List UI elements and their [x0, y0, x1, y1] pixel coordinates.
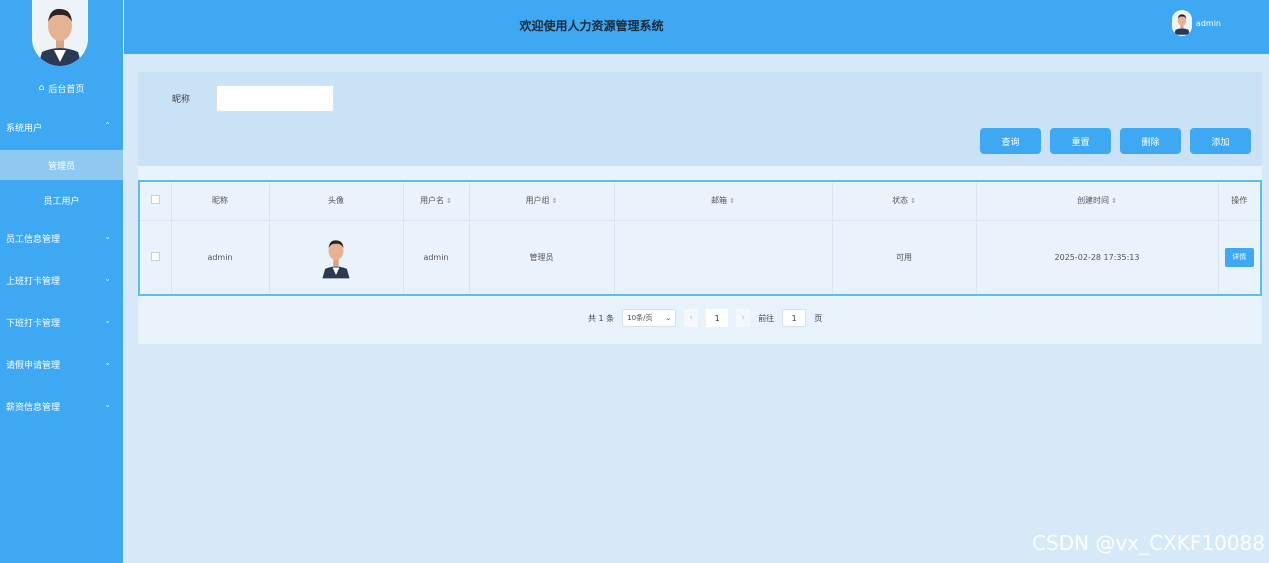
users-table: 昵称 头像 用户名 ⇕ 用户组 ⇕ 邮箱 ⇕ 状态 ⇕ 创建时间 ⇕ 操作 admin	[138, 180, 1262, 296]
sidebar-group-label: 上班打卡管理	[6, 276, 61, 287]
sort-icon: ⇕	[910, 197, 916, 206]
chevron-down-icon: ⌄	[104, 358, 111, 367]
main-content: 昵称 查询 重置 删除 添加 昵称 头像 用户名 ⇕ 用户组 ⇕ 邮箱 ⇕ 状态…	[124, 54, 1269, 563]
sidebar-avatar	[32, 0, 88, 66]
sidebar-group-label: 员工信息管理	[6, 234, 61, 245]
delete-button[interactable]: 删除	[1120, 128, 1181, 154]
sidebar-item-label: 员工用户	[43, 196, 80, 207]
goto-suffix: 页	[814, 313, 823, 323]
table-row: admin admin 管理员 可用 2025-02-28 17:35:13 详…	[140, 220, 1260, 294]
column-header-sortable[interactable]: 邮箱 ⇕	[614, 182, 833, 221]
chevron-down-icon: ⌄	[665, 314, 672, 322]
column-label: 用户组	[525, 196, 550, 206]
sidebar-group-clock-out[interactable]: 下班打卡管理 ⌄	[0, 311, 123, 333]
cell-username: admin	[403, 220, 470, 294]
user-menu[interactable]: admin	[1171, 10, 1221, 36]
detail-button[interactable]: 详情	[1224, 247, 1254, 267]
column-label: 邮箱	[711, 196, 728, 206]
chevron-up-icon: ⌃	[104, 121, 111, 130]
pagination: 共 1 条 10条/页 ⌄ ‹ 1 › 前往 1 页	[588, 309, 822, 327]
username: admin	[1195, 18, 1221, 28]
sidebar: ⌂ 后台首页 系统用户 ⌃ 管理员 员工用户 员工信息管理 ⌄ 上班打卡管理 ⌄…	[0, 0, 123, 563]
column-header-sortable[interactable]: 创建时间 ⇕	[976, 182, 1219, 221]
cell-avatar	[269, 220, 404, 294]
cell-group: 管理员	[469, 220, 615, 294]
prev-page-button[interactable]: ‹	[684, 309, 699, 327]
sidebar-group-label: 请假申请管理	[6, 360, 61, 371]
watermark: CSDN @vx_CXKF10088	[1032, 531, 1265, 555]
column-label: 创建时间	[1077, 196, 1110, 206]
search-label: 昵称	[172, 95, 191, 105]
add-button[interactable]: 添加	[1190, 128, 1251, 154]
nickname-search-input[interactable]	[216, 85, 334, 112]
sort-icon: ⇕	[729, 197, 735, 206]
sidebar-group-clock-in[interactable]: 上班打卡管理 ⌄	[0, 269, 123, 291]
sidebar-group-salary[interactable]: 薪资信息管理 ⌄	[0, 395, 123, 417]
sort-icon: ⇕	[551, 197, 558, 206]
page-size-value: 10条/页	[627, 314, 653, 322]
cell-created: 2025-02-28 17:35:13	[976, 220, 1219, 294]
sidebar-item-label: 管理员	[47, 161, 75, 172]
column-header-sortable[interactable]: 用户组 ⇕	[469, 182, 615, 221]
column-header: 昵称	[171, 182, 270, 221]
select-all-checkbox[interactable]	[140, 182, 172, 221]
sidebar-group-label: 下班打卡管理	[6, 318, 61, 329]
cell-action: 详情	[1218, 220, 1260, 294]
table-header-row: 昵称 头像 用户名 ⇕ 用户组 ⇕ 邮箱 ⇕ 状态 ⇕ 创建时间 ⇕ 操作	[140, 182, 1260, 221]
goto-page-input[interactable]: 1	[782, 309, 807, 327]
chevron-down-icon: ⌄	[104, 274, 111, 283]
sidebar-group-employee-info[interactable]: 员工信息管理 ⌄	[0, 227, 123, 249]
sidebar-item-admin[interactable]: 管理员	[0, 150, 123, 180]
column-label: 状态	[892, 196, 909, 206]
sidebar-group-leave[interactable]: 请假申请管理 ⌄	[0, 353, 123, 375]
home-icon: ⌂	[38, 82, 45, 93]
page-number[interactable]: 1	[706, 309, 729, 327]
list-panel: 昵称 查询 重置 删除 添加 昵称 头像 用户名 ⇕ 用户组 ⇕ 邮箱 ⇕ 状态…	[138, 72, 1262, 344]
chevron-down-icon: ⌄	[104, 400, 111, 409]
sidebar-item-home[interactable]: ⌂ 后台首页	[0, 78, 123, 98]
sidebar-item-employee-users[interactable]: 员工用户	[0, 185, 123, 215]
chevron-down-icon: ⌄	[104, 232, 111, 241]
reset-button[interactable]: 重置	[1050, 128, 1111, 154]
next-page-button[interactable]: ›	[736, 309, 751, 327]
sort-icon: ⇕	[1111, 197, 1117, 206]
sidebar-item-label: 后台首页	[48, 84, 85, 95]
column-header-sortable[interactable]: 用户名 ⇕	[403, 182, 470, 221]
sort-icon: ⇕	[446, 197, 452, 206]
chevron-down-icon: ⌄	[104, 316, 111, 325]
avatar	[317, 227, 355, 285]
goto-prefix: 前往	[758, 313, 775, 323]
total-count: 共 1 条	[588, 313, 615, 323]
page-size-select[interactable]: 10条/页 ⌄	[622, 309, 677, 327]
sidebar-group-label: 系统用户	[6, 123, 43, 134]
sidebar-group-system-users[interactable]: 系统用户 ⌃	[0, 116, 123, 138]
sidebar-group-label: 薪资信息管理	[6, 402, 61, 413]
column-header-sortable[interactable]: 状态 ⇕	[832, 182, 977, 221]
query-button[interactable]: 查询	[980, 128, 1041, 154]
row-checkbox[interactable]	[140, 220, 172, 294]
column-label: 用户名	[420, 196, 445, 206]
avatar	[1171, 10, 1192, 36]
cell-email	[614, 220, 833, 294]
cell-nickname: admin	[171, 220, 270, 294]
search-bar: 昵称 查询 重置 删除 添加	[138, 72, 1262, 166]
cell-status: 可用	[832, 220, 977, 294]
column-header: 操作	[1218, 182, 1260, 221]
column-header: 头像	[269, 182, 404, 221]
top-header: 欢迎使用人力资源管理系统 admin	[124, 0, 1269, 54]
page-title: 欢迎使用人力资源管理系统	[519, 19, 664, 33]
